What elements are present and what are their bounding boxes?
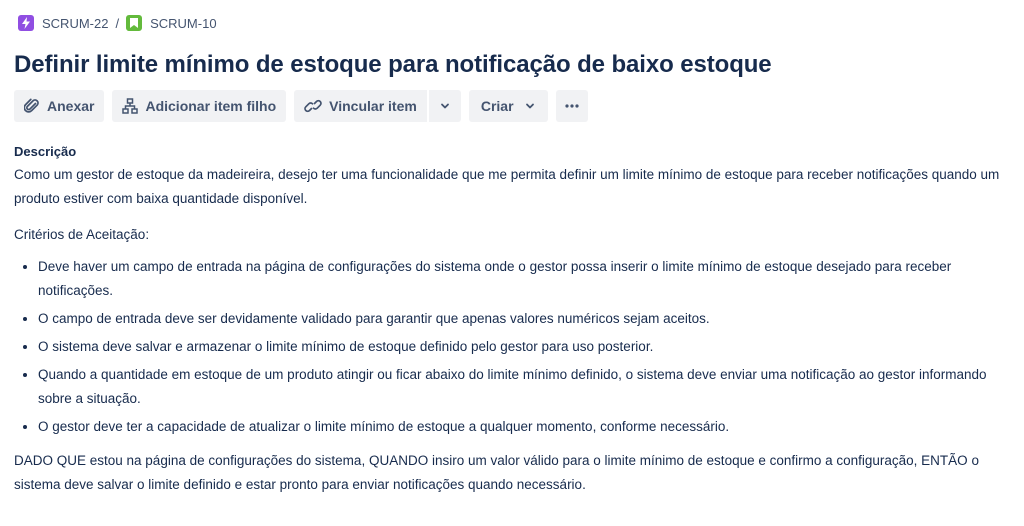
chevron-down-icon xyxy=(524,100,536,112)
breadcrumb: SCRUM-22 / SCRUM-10 xyxy=(18,15,217,31)
description-intro[interactable]: Como um gestor de estoque da madeireira,… xyxy=(14,163,1012,211)
link-issue-button[interactable]: Vincular item xyxy=(294,90,427,122)
breadcrumb-current-key: SCRUM-10 xyxy=(150,15,217,31)
list-item: O gestor deve ter a capacidade de atuali… xyxy=(38,415,1012,439)
attach-button[interactable]: Anexar xyxy=(14,90,105,122)
list-item: O sistema deve salvar e armazenar o limi… xyxy=(38,335,1012,359)
criteria-list: Deve haver um campo de entrada na página… xyxy=(14,255,1012,439)
hierarchy-icon xyxy=(122,98,139,114)
create-button[interactable]: Criar xyxy=(468,90,548,122)
criteria-heading: Critérios de Aceitação: xyxy=(14,227,150,242)
issue-title[interactable]: Definir limite mínimo de estoque para no… xyxy=(14,51,772,79)
description-label: Descrição xyxy=(14,144,77,159)
description-section: Descrição Como um gestor de estoque da m… xyxy=(14,141,1012,497)
epic-lightning-icon xyxy=(18,15,34,31)
add-child-button[interactable]: Adicionar item filho xyxy=(112,90,287,122)
more-dots-icon xyxy=(564,98,580,114)
more-actions-button[interactable] xyxy=(555,90,588,122)
create-label: Criar xyxy=(480,98,514,114)
list-item: O campo de entrada deve ser devidamente … xyxy=(38,307,1012,331)
link-issue-label: Vincular item xyxy=(329,98,417,114)
attach-label: Anexar xyxy=(47,98,95,114)
scenario-text: DADO QUE estou na página de configuraçõe… xyxy=(14,453,979,492)
breadcrumb-current-link[interactable]: SCRUM-10 xyxy=(126,15,217,31)
breadcrumb-parent-key: SCRUM-22 xyxy=(42,15,109,31)
story-bookmark-icon xyxy=(126,15,143,31)
link-icon xyxy=(304,98,322,114)
breadcrumb-parent-link[interactable]: SCRUM-22 xyxy=(18,15,108,31)
list-item: Quando a quantidade em estoque de um pro… xyxy=(38,363,1012,411)
breadcrumb-separator: / xyxy=(115,15,120,31)
chevron-down-icon xyxy=(439,100,451,112)
list-item: Deve haver um campo de entrada na página… xyxy=(38,255,1012,303)
link-issue-dropdown-button[interactable] xyxy=(428,90,461,122)
paperclip-icon xyxy=(24,98,40,114)
add-child-label: Adicionar item filho xyxy=(145,98,277,114)
issue-toolbar: Anexar Adicionar item filho Vincular ite… xyxy=(14,90,588,122)
